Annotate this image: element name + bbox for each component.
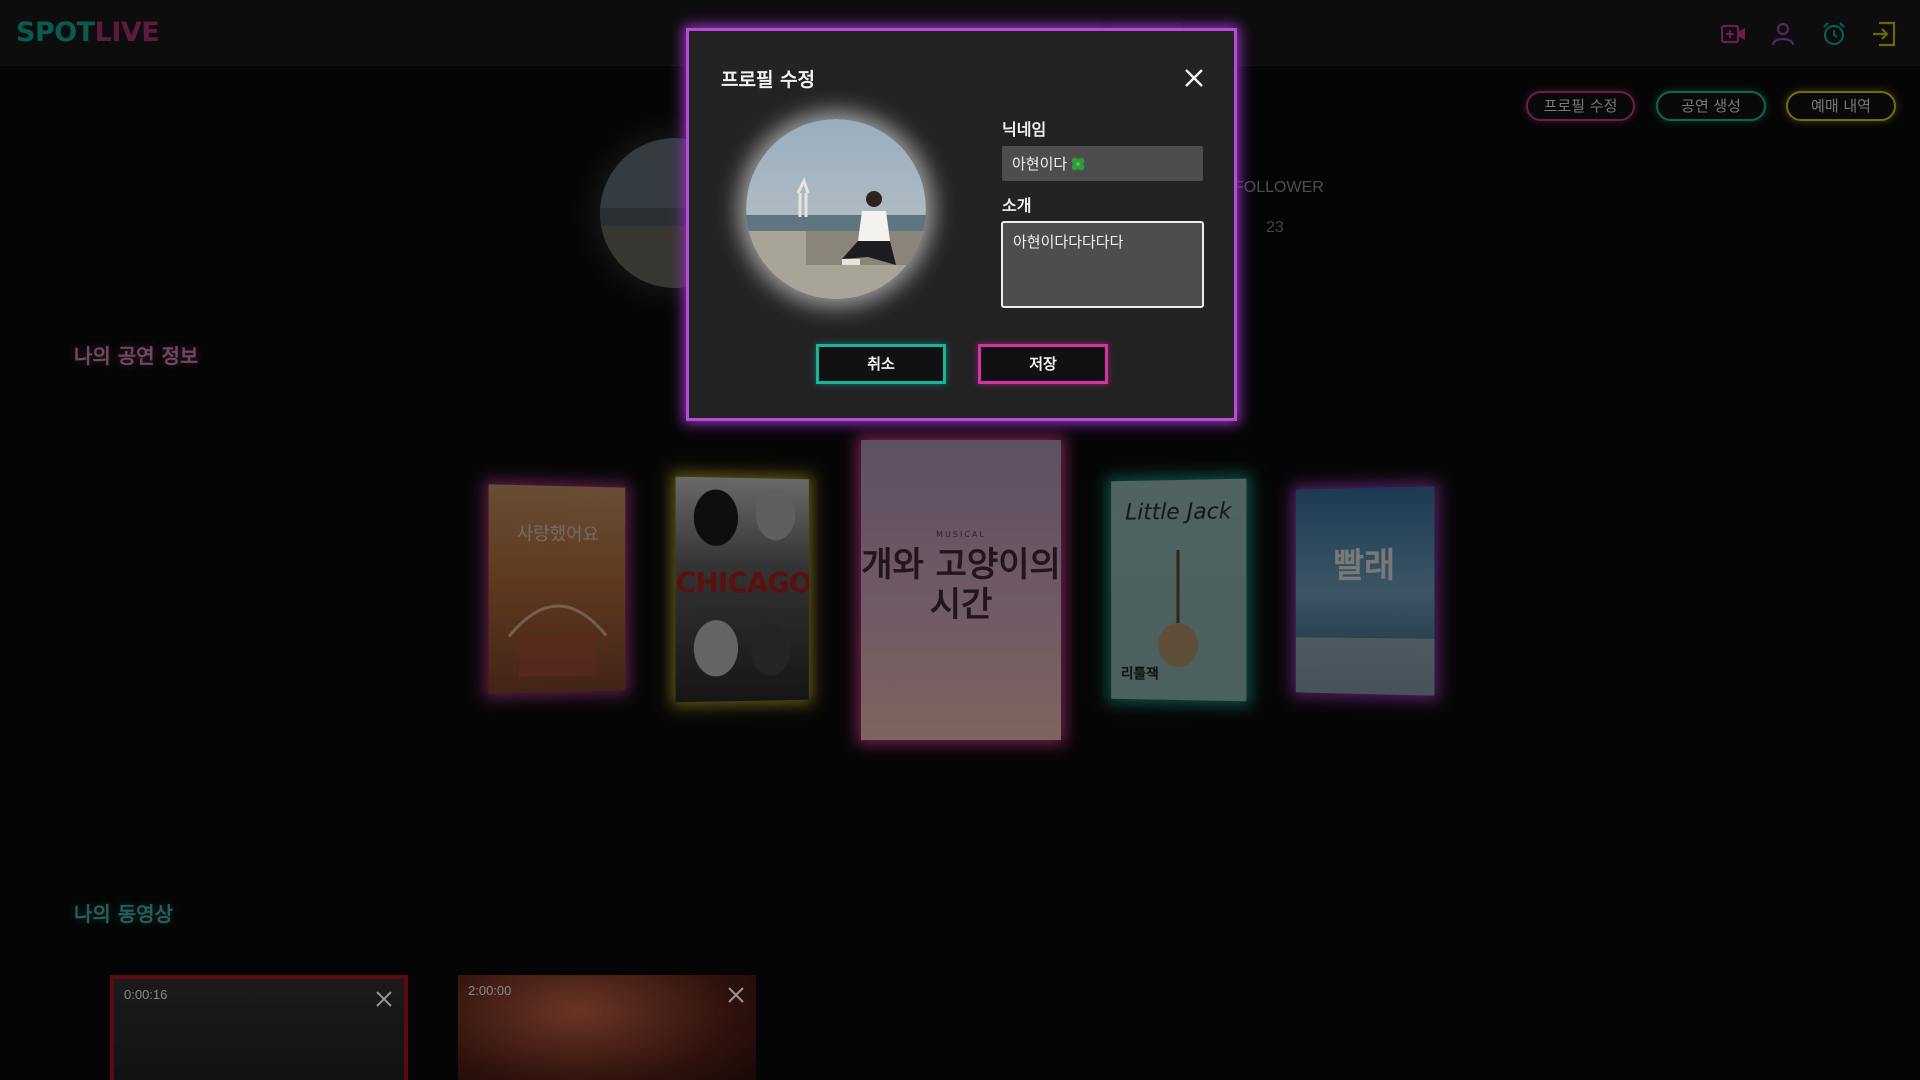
nickname-field[interactable]: 아현이다: [1002, 146, 1203, 181]
modal-title: 프로필 수정: [721, 69, 816, 91]
cancel-button[interactable]: 취소: [816, 344, 946, 384]
save-button[interactable]: 저장: [978, 344, 1108, 384]
clover-emoji-icon: [1071, 157, 1085, 170]
nickname-label: 닉네임: [1002, 120, 1047, 139]
profile-image-upload[interactable]: [746, 119, 926, 299]
nickname-value: 아현이다: [1012, 155, 1068, 173]
intro-label: 소개: [1002, 196, 1032, 215]
close-icon[interactable]: [1183, 67, 1205, 89]
edit-profile-modal: 프로필 수정 닉네임 아현이다 소개 아현이다다다다다 취소 저장: [686, 28, 1237, 421]
intro-textarea[interactable]: 아현이다다다다다: [1001, 221, 1204, 308]
